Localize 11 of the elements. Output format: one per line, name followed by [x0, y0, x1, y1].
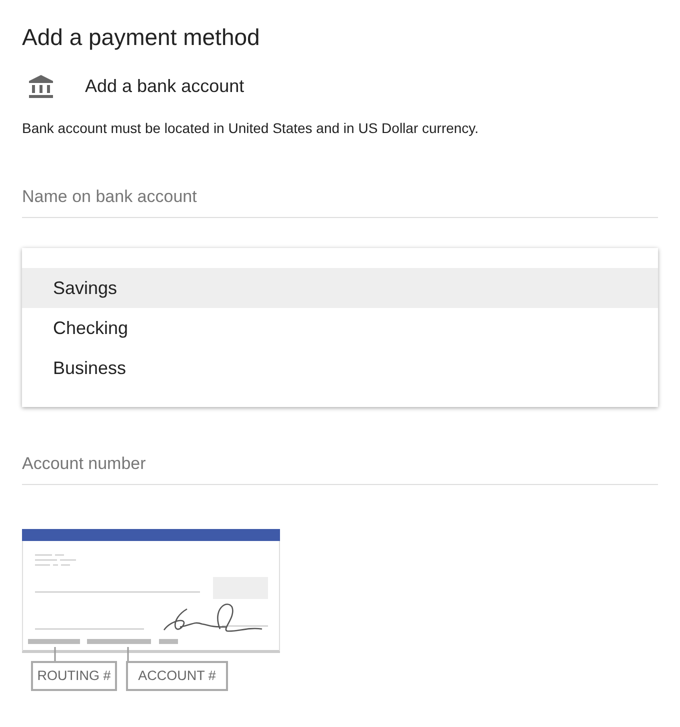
method-label: Add a bank account: [85, 76, 244, 96]
notice-text: Bank account must be located in United States and in US Dollar currency.: [22, 119, 480, 137]
account-number-field[interactable]: Account number: [22, 454, 658, 485]
bank-icon: [28, 73, 54, 99]
page-title: Add a payment method: [22, 23, 261, 51]
name-field[interactable]: Name on bank account: [22, 187, 658, 218]
check-label: ROUTING #: [31, 661, 117, 691]
menu-option[interactable]: Business: [22, 348, 658, 388]
menu-option[interactable]: Checking: [22, 308, 658, 348]
menu-option[interactable]: Savings: [22, 268, 658, 308]
check-label: ACCOUNT #: [126, 661, 228, 691]
